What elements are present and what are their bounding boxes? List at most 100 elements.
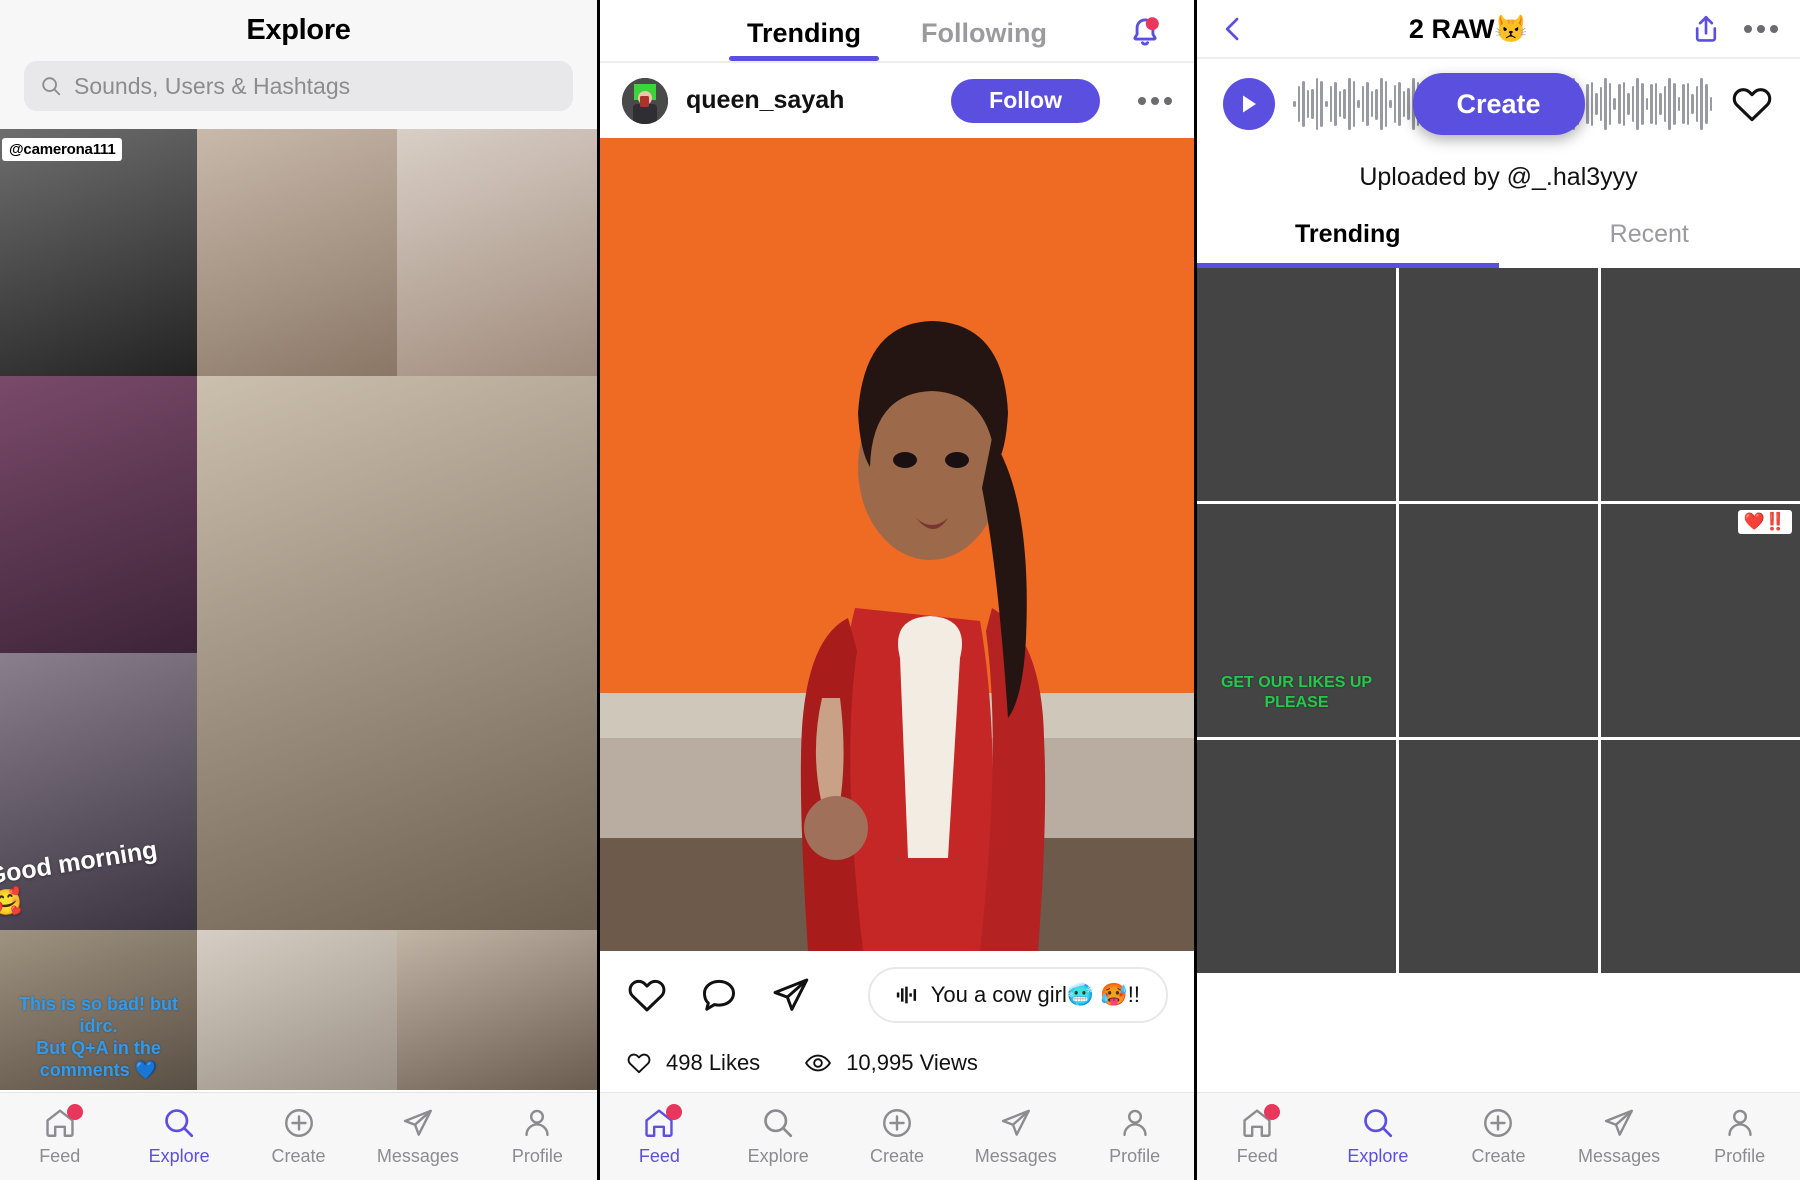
waveform-bar <box>1640 83 1644 125</box>
bottom-nav-explore: Feed Explore Create Messages Profile <box>0 1092 597 1180</box>
tab-trending[interactable]: Trending <box>729 18 879 61</box>
waveform-bar <box>1686 82 1690 126</box>
nav-item-create[interactable]: Create <box>239 1093 358 1180</box>
nav-item-create[interactable]: Create <box>838 1093 957 1180</box>
waveform-bar <box>1315 78 1319 130</box>
explore-tile[interactable]: This is so bad! but idrc. But Q+A in the c… <box>0 930 197 1090</box>
waveform-bar <box>1343 88 1346 120</box>
waveform-bar <box>1352 81 1356 127</box>
tile-thumbnail <box>397 129 597 376</box>
explore-tile[interactable] <box>197 129 397 376</box>
waveform-bar <box>1618 84 1621 124</box>
play-button[interactable] <box>1223 78 1275 130</box>
sound-video-tile[interactable] <box>1197 268 1396 501</box>
sound-video-tile[interactable] <box>1399 740 1598 973</box>
nav-item-feed[interactable]: Feed <box>0 1093 119 1180</box>
avatar[interactable] <box>622 77 668 124</box>
waveform-bar <box>1334 81 1337 127</box>
waveform-bar <box>1347 78 1351 130</box>
create-button[interactable]: Create <box>1412 73 1585 135</box>
nav-item-explore[interactable]: Explore <box>119 1093 238 1180</box>
paper-plane-icon-wrap <box>1602 1106 1636 1140</box>
paper-plane-icon <box>1001 1109 1030 1136</box>
nav-item-messages[interactable]: Messages <box>358 1093 477 1180</box>
nav-item-create[interactable]: Create <box>1438 1093 1559 1180</box>
waveform-bar <box>1320 81 1324 127</box>
waveform-bar <box>1599 86 1603 122</box>
waveform-bar <box>1389 100 1392 108</box>
tab-recent[interactable]: Recent <box>1499 212 1801 268</box>
sound-video-tile[interactable] <box>1601 740 1800 973</box>
share-button[interactable] <box>770 974 812 1016</box>
like-button[interactable] <box>626 974 668 1016</box>
post-stats: 498 Likes 10,995 Views <box>600 1039 1194 1087</box>
explore-tile[interactable] <box>397 930 597 1090</box>
search-icon <box>1364 1109 1392 1138</box>
sound-more-button[interactable] <box>1744 24 1778 33</box>
nav-item-label: Feed <box>39 1146 81 1166</box>
sound-video-tile[interactable] <box>1197 740 1396 973</box>
nav-item-explore[interactable]: Explore <box>1318 1093 1439 1180</box>
nav-item-label: Create <box>1471 1146 1526 1166</box>
sound-video-tile[interactable] <box>1399 504 1598 737</box>
person-icon <box>1727 1109 1752 1137</box>
more-horizontal-icon <box>1138 96 1146 105</box>
explore-tile[interactable]: Good morning 🥰 <box>0 653 197 930</box>
nav-item-profile[interactable]: Profile <box>478 1093 597 1180</box>
share-icon[interactable] <box>1690 12 1722 46</box>
post-username[interactable]: queen_sayah <box>686 86 933 115</box>
comment-button[interactable] <box>698 974 740 1016</box>
waveform-bar <box>1366 81 1369 127</box>
nav-item-label: Profile <box>1714 1146 1766 1166</box>
sound-detail-panel: 2 RAW😾 Create Uploaded by @_.hal3yyy Tre… <box>1197 0 1800 1180</box>
search-input[interactable]: Sounds, Users & Hashtags <box>24 61 573 111</box>
page-title: Explore <box>246 14 351 46</box>
sound-video-tile[interactable] <box>1399 268 1598 501</box>
explore-column: Good morning 🥰 <box>0 376 197 930</box>
nav-item-profile[interactable]: Profile <box>1679 1093 1800 1180</box>
tab-following[interactable]: Following <box>921 18 1047 61</box>
notification-badge <box>1264 1104 1281 1120</box>
tile-heart-badge: ❤️‼️ <box>1737 510 1792 534</box>
plus-circle-icon-wrap <box>1481 1106 1515 1140</box>
sound-video-tile[interactable] <box>1601 268 1800 501</box>
search-placeholder: Sounds, Users & Hashtags <box>74 72 351 99</box>
sound-video-tile[interactable]: GET OUR LIKES UP PLEASE <box>1197 504 1396 737</box>
explore-tile[interactable]: @camerona111 <box>0 129 197 376</box>
search-icon <box>165 1109 194 1138</box>
notifications-button[interactable] <box>1126 12 1164 55</box>
explore-tile[interactable] <box>0 376 197 653</box>
explore-tile[interactable] <box>197 930 397 1090</box>
explore-tile[interactable] <box>197 376 597 930</box>
nav-item-explore[interactable]: Explore <box>719 1093 838 1180</box>
nav-item-label: Explore <box>148 1146 210 1166</box>
nav-item-feed[interactable]: Feed <box>1197 1093 1318 1180</box>
follow-button[interactable]: Follow <box>951 78 1100 123</box>
post-more-button[interactable] <box>1138 96 1172 105</box>
home-icon-wrap <box>642 1104 683 1140</box>
nav-item-feed[interactable]: Feed <box>600 1093 719 1180</box>
post-actions: You a cow girl🥶 🥵!! <box>600 951 1194 1039</box>
chevron-left-icon[interactable] <box>1219 12 1247 46</box>
waveform-bar <box>1636 78 1639 130</box>
waveform-bar <box>1338 90 1342 118</box>
waveform-bar <box>1370 90 1374 118</box>
nav-item-messages[interactable]: Messages <box>956 1093 1075 1180</box>
waveform-bar <box>1654 82 1658 126</box>
sound-pill[interactable]: You a cow girl🥶 🥵!! <box>868 967 1168 1023</box>
sound-video-tile[interactable]: ❤️‼️ <box>1601 504 1800 737</box>
waveform-bar <box>1663 86 1667 122</box>
nav-item-profile[interactable]: Profile <box>1075 1093 1194 1180</box>
tab-trending[interactable]: Trending <box>1197 212 1499 268</box>
sound-header: 2 RAW😾 <box>1197 0 1800 57</box>
person-icon-wrap <box>1118 1106 1152 1140</box>
nav-item-label: Messages <box>974 1146 1057 1166</box>
nav-item-messages[interactable]: Messages <box>1559 1093 1680 1180</box>
waveform-bar <box>1325 100 1328 108</box>
person-icon-wrap <box>520 1106 554 1140</box>
tile-thumbnail <box>197 129 397 376</box>
post-video[interactable] <box>600 138 1194 951</box>
tile-thumbnail <box>0 129 197 376</box>
favorite-button[interactable] <box>1730 82 1774 126</box>
explore-tile[interactable] <box>397 129 597 376</box>
